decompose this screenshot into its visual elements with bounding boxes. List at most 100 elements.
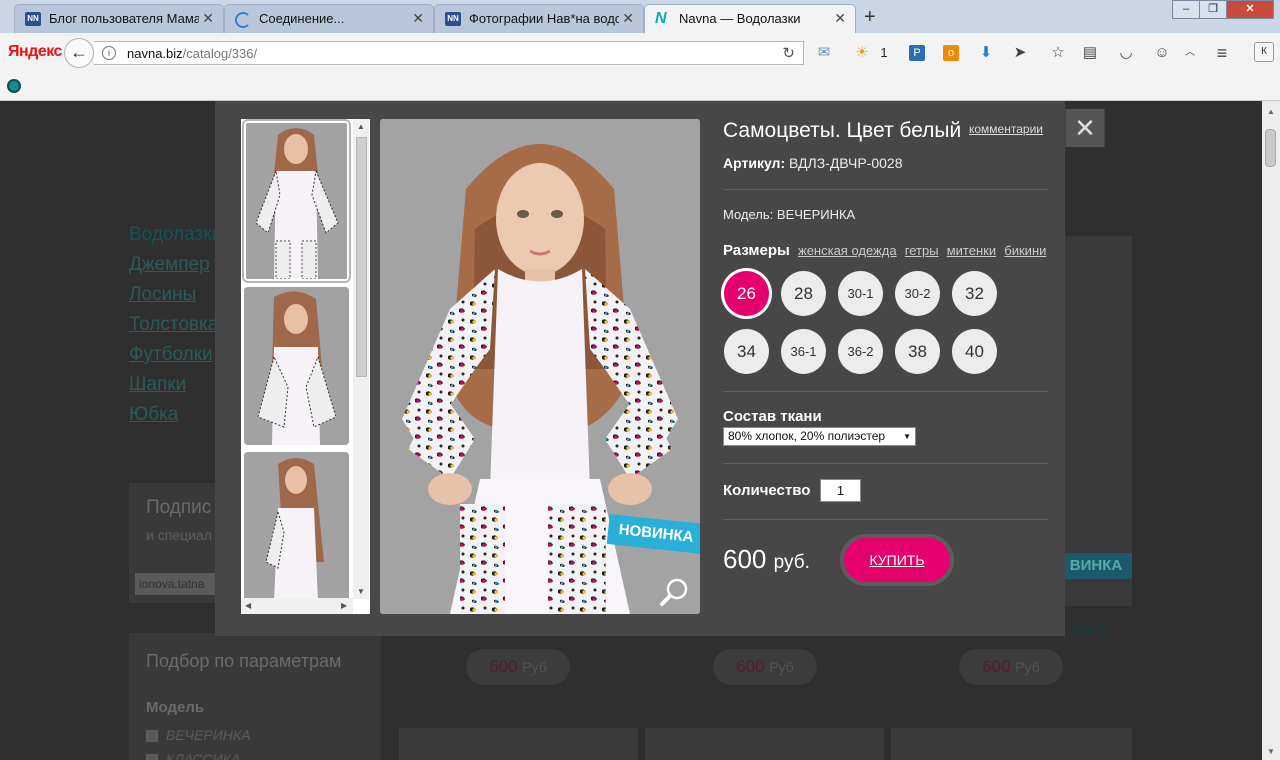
sizes-heading: Размеры женская одежда гетры митенки бик… <box>723 242 1046 259</box>
category-link[interactable]: Юбка <box>129 404 178 426</box>
nn-icon: NN <box>25 12 41 26</box>
market-icon[interactable]: P <box>909 45 925 61</box>
buy-button[interactable]: КУПИТЬ <box>844 538 950 582</box>
pocket-icon[interactable]: ◡ <box>1116 43 1136 63</box>
zoom-icon[interactable] <box>660 577 690 607</box>
tab-close-icon[interactable]: ✕ <box>412 10 424 27</box>
size-link-mittens[interactable]: митенки <box>947 243 996 258</box>
bookmark-star-icon[interactable]: ☆ <box>1048 43 1068 63</box>
quantity-input[interactable]: 1 <box>820 479 861 502</box>
nn-icon: NN <box>445 12 461 26</box>
size-option[interactable]: 30-2 <box>895 271 940 316</box>
size-option[interactable]: 36-2 <box>838 329 883 374</box>
category-link[interactable]: Футболки <box>129 344 213 366</box>
category-link[interactable]: Водолазки <box>129 224 222 246</box>
url-domain: navna.biz <box>127 46 183 61</box>
size-option[interactable]: 26 <box>724 271 769 316</box>
bg-price: 600 Руб <box>466 649 570 685</box>
reading-list-icon[interactable]: ▤ <box>1080 43 1100 63</box>
category-link[interactable]: Лосины <box>129 284 196 306</box>
modal-close-button[interactable]: ✕ <box>1066 109 1104 147</box>
bg-price-amount: 600 <box>982 657 1011 676</box>
thumbnail-2[interactable] <box>244 287 349 445</box>
menu-icon[interactable]: ≡ <box>1212 43 1232 63</box>
minimize-icon[interactable]: – <box>1172 0 1200 19</box>
weather-count: 1 <box>880 45 888 60</box>
tab-blog[interactable]: NN Блог пользователя Мама ... ✕ <box>14 4 224 33</box>
scroll-up-icon[interactable]: ▲ <box>1267 107 1275 116</box>
checkbox-icon[interactable] <box>146 730 158 743</box>
send-icon[interactable]: ➤ <box>1010 43 1030 63</box>
back-button[interactable]: ← <box>64 38 94 68</box>
thumbnail-1[interactable] <box>242 119 351 283</box>
price-currency: руб. <box>773 552 810 573</box>
tab-photos[interactable]: NN Фотографии Нав*на водо... ✕ <box>434 4 644 33</box>
size-link-womens[interactable]: женская одежда <box>798 243 897 258</box>
nav-bar: Яндекс ← i navna.biz/catalog/336/ ↻ ✉ ☀ … <box>0 33 1280 73</box>
ok-icon[interactable]: о <box>943 45 959 61</box>
weather-icon[interactable]: ☀ <box>852 43 872 63</box>
bookmark-site-icon[interactable] <box>7 79 21 93</box>
scroll-thumb[interactable] <box>1265 129 1276 167</box>
k-button[interactable]: К <box>1254 42 1274 62</box>
thumbnail-3[interactable] <box>244 452 349 602</box>
smiley-icon[interactable]: ☺ <box>1152 43 1172 63</box>
reload-icon[interactable]: ↻ <box>782 44 795 62</box>
size-option[interactable]: 34 <box>724 329 769 374</box>
size-option[interactable]: 36-1 <box>781 329 826 374</box>
scroll-down-icon[interactable]: ▼ <box>357 587 365 596</box>
category-link[interactable]: Шапки <box>129 374 186 396</box>
thumbnail-hscroll[interactable]: ◀ ▶ <box>241 598 353 614</box>
tab-close-icon[interactable]: ✕ <box>622 10 634 27</box>
bg-price: 600 Руб <box>713 649 817 685</box>
yandex-logo[interactable]: Яндекс <box>8 43 62 61</box>
checkbox-icon[interactable] <box>146 754 158 760</box>
divider <box>723 519 1048 520</box>
size-option[interactable]: 38 <box>895 329 940 374</box>
main-product-image[interactable]: НОВИНКА <box>380 119 700 614</box>
girl-photo-thumb <box>246 123 347 279</box>
comments-link[interactable]: комментарии <box>969 122 1043 136</box>
download-icon[interactable]: ⬇ <box>976 43 996 63</box>
page-scrollbar[interactable]: ▲ ▼ <box>1262 101 1280 760</box>
scroll-right-icon[interactable]: ▶ <box>341 601 347 610</box>
category-link[interactable]: Толстовка <box>129 314 218 336</box>
divider <box>723 189 1048 190</box>
tab-close-icon[interactable]: ✕ <box>834 10 846 27</box>
new-tab-button[interactable]: + <box>864 6 876 29</box>
bg-price: 600 Руб <box>959 649 1063 685</box>
restore-icon[interactable]: ❐ <box>1199 0 1227 19</box>
scroll-thumb[interactable] <box>356 137 367 377</box>
address-bar[interactable]: i navna.biz/catalog/336/ ↻ <box>94 41 804 65</box>
fabric-label: Состав ткани <box>723 408 822 425</box>
size-link-bikini[interactable]: бикини <box>1004 243 1046 258</box>
info-icon[interactable]: i <box>102 46 116 60</box>
navna-icon: N <box>655 10 667 27</box>
bg-price-amount: 600 <box>736 657 765 676</box>
chevron-up-icon[interactable]: ︿ <box>1180 43 1200 63</box>
window-close-icon[interactable]: ✕ <box>1226 0 1274 19</box>
sizes-label: Размеры <box>723 242 790 259</box>
scroll-down-icon[interactable]: ▼ <box>1267 747 1275 756</box>
bg-product-link[interactable]: елый <box>1070 621 1106 638</box>
mail-icon[interactable]: ✉ <box>814 43 834 63</box>
bg-new-badge: ВИНКА <box>1060 553 1132 579</box>
size-option[interactable]: 32 <box>952 271 997 316</box>
thumbnail-vscroll[interactable]: ▲ ▼ <box>353 119 369 599</box>
size-link-gaiters[interactable]: гетры <box>905 243 939 258</box>
tab-close-icon[interactable]: ✕ <box>202 10 214 27</box>
tab-navna[interactable]: N Navna — Водолазки ✕ <box>644 4 856 33</box>
filter-option[interactable]: ВЕЧЕРИНКА <box>146 727 251 743</box>
scroll-left-icon[interactable]: ◀ <box>245 601 251 610</box>
model-value: ВЕЧЕРИНКА <box>776 207 856 222</box>
category-link[interactable]: Джемпер <box>129 254 210 276</box>
url-path: /catalog/336/ <box>182 46 258 61</box>
filter-box: Подбор по параметрам Модель ВЕЧЕРИНКА КЛ… <box>129 633 381 760</box>
scroll-up-icon[interactable]: ▲ <box>357 122 365 131</box>
tab-connecting[interactable]: Соединение... ✕ <box>224 4 434 33</box>
size-option[interactable]: 30-1 <box>838 271 883 316</box>
fabric-select[interactable]: 80% хлопок, 20% полиэстер ▼ <box>723 427 916 446</box>
size-option[interactable]: 40 <box>952 329 997 374</box>
filter-option[interactable]: КЛАССИКА <box>146 751 240 760</box>
size-option[interactable]: 28 <box>781 271 826 316</box>
